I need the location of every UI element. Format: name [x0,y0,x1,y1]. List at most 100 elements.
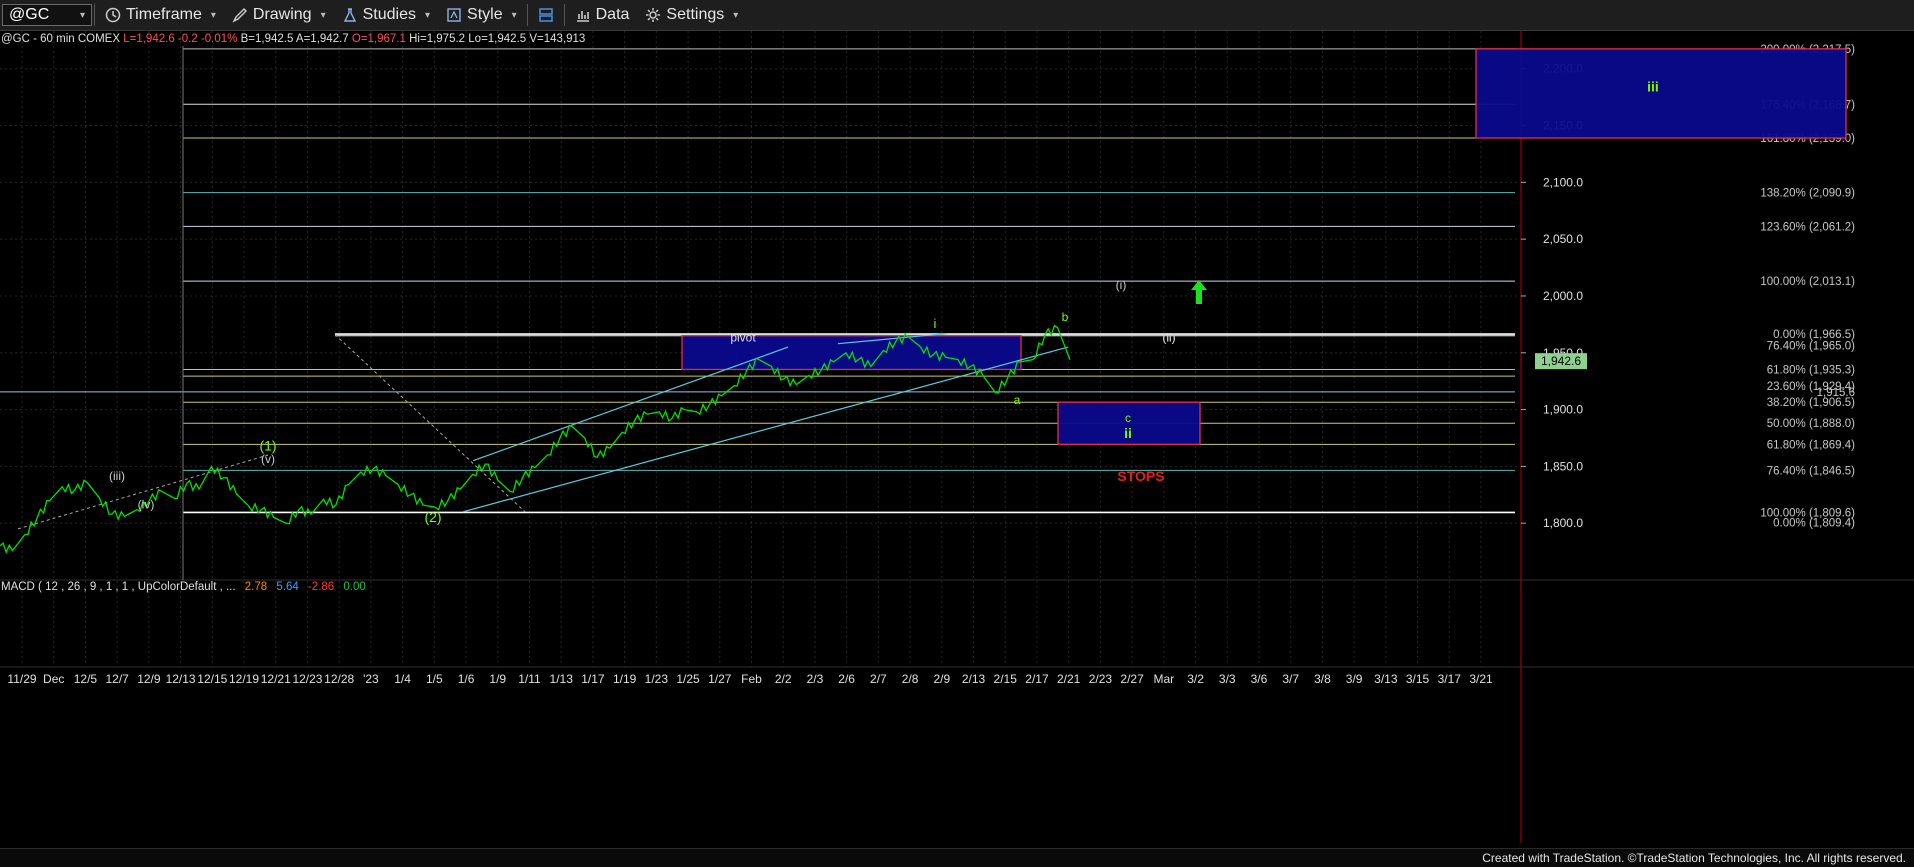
symbol-selector[interactable]: @GC ▾ [2,4,92,26]
macd-value-1: 2.78 [244,581,268,593]
chevron-down-icon: ▾ [733,9,739,21]
wave-label: (iii) [109,469,125,483]
x-tick-label: 12/19 [229,672,259,686]
x-tick-label: 3/3 [1219,672,1236,686]
x-tick-label: 1/9 [489,672,506,686]
x-tick-label: 12/5 [74,672,98,686]
x-tick-label: 1/23 [645,672,669,686]
timeframe-button[interactable]: Timeframe ▾ [97,0,224,30]
y-tick-label: 2,100.0 [1543,175,1583,189]
x-tick-label: 11/29 [7,672,36,686]
fib-level-label: 138.20% (2,090.9) [1760,188,1855,200]
x-tick-label: 1/5 [426,672,443,686]
y-tick-label: 1,850.0 [1543,459,1583,473]
studies-label: Studies [362,6,416,23]
wave-label: pivot [730,330,756,344]
x-tick-label: 2/21 [1057,672,1081,686]
fib-level-label: 0.00% (1,966.5) [1773,329,1855,341]
fib-level-label: 61.80% (1,869.4) [1767,439,1855,451]
chevron-down-icon: ▾ [79,9,85,21]
wave-label: (iv) [138,497,155,511]
style-button[interactable]: Style ▾ [438,0,525,30]
x-tick-label: 3/9 [1346,672,1363,686]
x-tick-label: 3/13 [1374,672,1398,686]
toolbar-divider [526,4,528,26]
channel-lower-line [462,346,1069,513]
settings-label: Settings [666,6,725,23]
wave-label: (i) [1116,278,1127,292]
copyright-text: Created with TradeStation. ©TradeStation… [1482,851,1906,865]
channel-upper-line [472,346,789,462]
x-tick-label: 3/17 [1438,672,1462,686]
x-tick-label: 1/27 [708,672,732,686]
x-tick-label: 12/13 [166,672,196,686]
fib-level-label: 123.60% (2,061.2) [1760,221,1855,233]
y-tick-label: 2,000.0 [1543,289,1583,303]
macd-value-2: 5.64 [276,581,299,593]
x-tick-label: 12/23 [292,672,322,686]
x-tick-label: 12/21 [261,672,291,686]
timeframe-label: Timeframe [126,6,202,23]
x-tick-label: 1/13 [550,672,574,686]
bid-value: B=1,942.5 [240,33,294,45]
macd-value-3: -2.86 [307,581,335,593]
x-tick-label: 3/15 [1406,672,1430,686]
wave-label: c [1125,411,1131,425]
fib-level-label: 38.20% (1,906.5) [1767,397,1855,409]
fib-level-label: 76.40% (1,965.0) [1767,341,1855,353]
drawing-button[interactable]: Drawing ▾ [224,0,334,30]
x-tick-label: 2/2 [775,672,792,686]
x-tick-label: 2/9 [933,672,950,686]
low-value: Lo=1,942.5 [468,33,527,45]
x-tick-label: '23 [363,672,379,686]
open-value: O=1,967.1 [351,33,406,45]
high-value: Hi=1,975.2 [409,33,466,45]
wave-label: i [934,316,937,331]
x-tick-label: 3/8 [1314,672,1331,686]
gear-icon [646,8,661,22]
chart-canvas[interactable]: 11/29 Dec 12/5 12/7 12/9 12/13 12/15 12/19 12/21… [0,31,1914,866]
flask-icon [343,8,356,22]
x-tick-label: 1/17 [581,672,605,686]
layout-button[interactable] [530,0,562,30]
copyright-footer: Created with TradeStation. ©TradeStation… [0,848,1914,867]
fib-level-label: 0.00% (1,809.4) [1773,518,1855,530]
style-icon [447,8,461,22]
studies-button[interactable]: Studies ▾ [334,0,438,30]
fib-level-label: 61.80% (1,935.3) [1767,364,1855,376]
wave-label: (2) [424,509,441,525]
y-tick-label: 2,050.0 [1543,232,1583,246]
fib-level-label: 50.00% (1,888.0) [1767,418,1855,430]
x-tick-label: 3/21 [1469,672,1493,686]
bar-chart-icon [576,11,589,22]
settings-button[interactable]: Settings ▾ [637,0,746,30]
x-tick-label: 1/25 [676,672,700,686]
wave-label: iii [1647,78,1659,94]
chevron-down-icon: ▾ [210,9,216,21]
chevron-down-icon: ▾ [511,9,517,21]
x-tick-label: 2/23 [1089,672,1113,686]
fib-level-label: 100.00% (2,013.1) [1760,276,1855,288]
last-price: L=1,942.6 [123,33,175,45]
volume-value: V=143,913 [529,33,586,45]
x-tick-label: 1/11 [518,672,541,686]
macd-label: MACD ( 12 , 26 , 9 , 1 , 1 , UpColorDefa… [1,581,236,593]
chart-toolbar: @GC ▾ Timeframe ▾ Drawing ▾ Studies ▾ St… [0,0,1914,31]
data-button[interactable]: Data [567,0,638,30]
price-chart[interactable]: 11/29 Dec 12/5 12/7 12/9 12/13 12/15 12/19 12/21… [0,31,1914,866]
x-tick-label: 2/17 [1025,672,1049,686]
symbol-value: @GC [9,6,50,23]
data-label: Data [595,6,630,23]
fib-level-label: 76.40% (1,846.5) [1767,465,1855,477]
wave-label: ii [1124,425,1132,441]
clock-icon [105,7,121,23]
x-tick-label: Feb [741,672,762,686]
x-tick-label: 2/27 [1120,672,1144,686]
x-tick-label: 3/2 [1187,672,1204,686]
up-arrow-icon [1191,280,1207,305]
quote-header: @GC - 60 min COMEX L=1,942.6 -0.2 -0.01%… [1,33,585,45]
x-tick-label: 2/8 [902,672,919,686]
target-box-iii [1475,48,1847,139]
y-tick-label: 1,900.0 [1543,403,1583,417]
x-tick-label: 2/7 [870,672,887,686]
